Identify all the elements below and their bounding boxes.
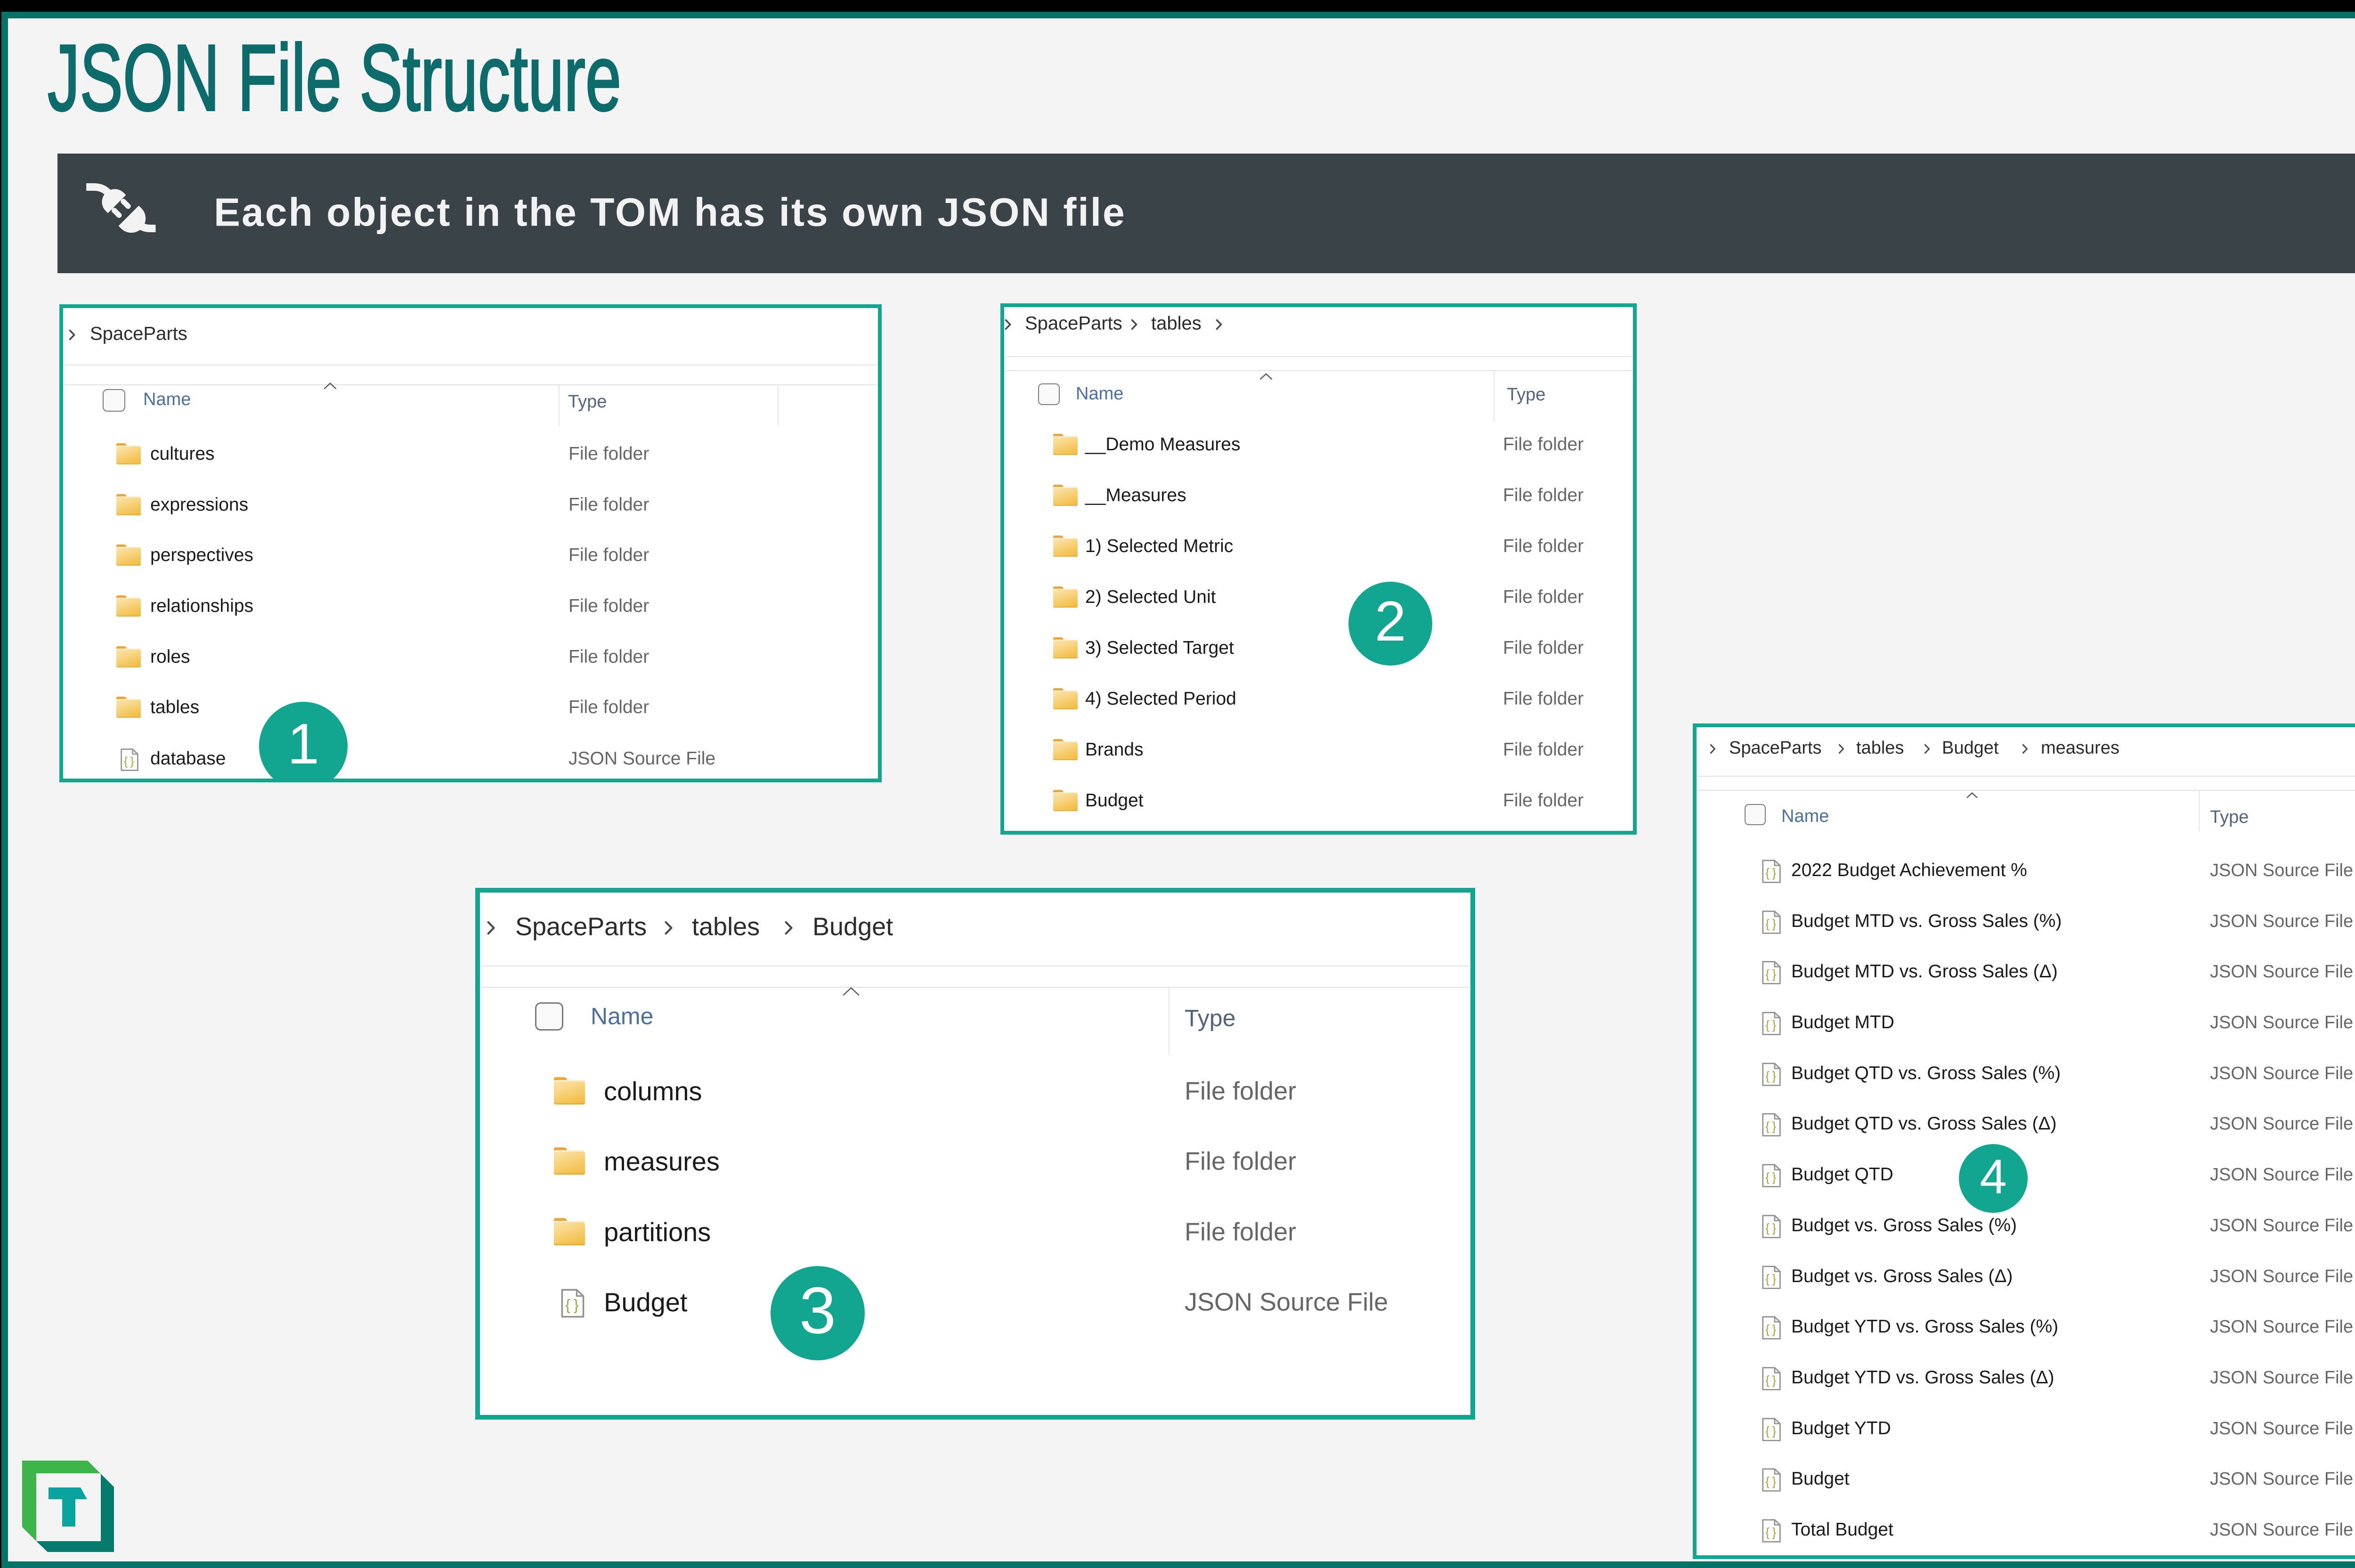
- svg-text:}: }: [1772, 1474, 1777, 1488]
- svg-text:{: {: [1765, 1373, 1770, 1387]
- svg-text:{: {: [1765, 1424, 1770, 1438]
- svg-text:{: {: [1765, 1221, 1770, 1235]
- svg-text:}: }: [574, 1297, 579, 1314]
- svg-text:}: }: [1772, 1373, 1777, 1387]
- svg-text:}: }: [1772, 1170, 1777, 1184]
- svg-text:}: }: [1772, 866, 1777, 880]
- svg-text:{: {: [1765, 1272, 1770, 1286]
- svg-text:{: {: [1765, 1119, 1770, 1133]
- svg-text:}: }: [1772, 1525, 1777, 1539]
- svg-text:}: }: [1772, 1018, 1777, 1032]
- svg-text:}: }: [1772, 917, 1777, 931]
- svg-text:}: }: [1772, 1119, 1777, 1133]
- svg-text:{: {: [565, 1297, 570, 1314]
- svg-text:{: {: [124, 755, 128, 768]
- svg-text:{: {: [1765, 1018, 1770, 1032]
- svg-text:{: {: [1765, 1170, 1770, 1184]
- svg-text:{: {: [1765, 1525, 1770, 1539]
- svg-text:{: {: [1765, 917, 1770, 931]
- svg-text:}: }: [1772, 967, 1777, 981]
- svg-text:{: {: [1765, 1474, 1770, 1488]
- svg-text:{: {: [1765, 1322, 1770, 1336]
- svg-text:{: {: [1765, 866, 1770, 880]
- svg-text:{: {: [1765, 1069, 1770, 1083]
- svg-text:}: }: [1772, 1221, 1777, 1235]
- svg-text:}: }: [1772, 1424, 1777, 1438]
- svg-text:}: }: [130, 755, 134, 768]
- svg-text:}: }: [1772, 1322, 1777, 1336]
- svg-text:}: }: [1772, 1272, 1777, 1286]
- svg-text:{: {: [1765, 967, 1770, 981]
- svg-text:}: }: [1772, 1069, 1777, 1083]
